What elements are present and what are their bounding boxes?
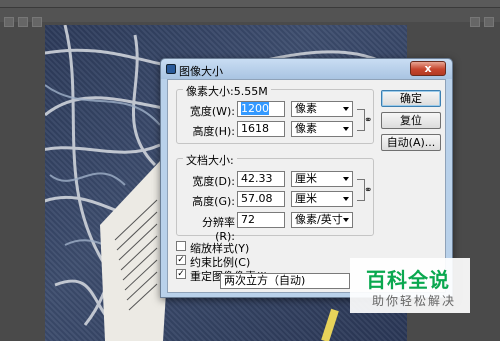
dialog-titlebar[interactable]: 图像大小 x <box>161 59 452 79</box>
doc-width-label: 宽度(D): <box>192 175 235 188</box>
panel-icon[interactable] <box>470 17 480 27</box>
doc-width-input[interactable]: 42.33 <box>237 171 285 187</box>
watermark-logo-text: 百科全说 <box>366 268 450 292</box>
dialog-title: 图像大小 <box>179 65 223 78</box>
pixel-width-unit: 像素 <box>295 102 317 115</box>
document-size-title: 文档大小: <box>183 152 237 168</box>
auto-button[interactable]: 自动(A)... <box>381 134 441 151</box>
resolution-unit: 像素/英寸 <box>295 213 343 226</box>
pixel-width-label: 宽度(W): <box>189 105 235 118</box>
chevron-down-icon <box>343 107 349 111</box>
chevron-down-icon <box>343 177 349 181</box>
pixel-height-row: 高度(H): 1618 像素 <box>183 121 369 138</box>
chevron-down-icon <box>343 218 349 222</box>
checkmark-icon[interactable]: ✓ <box>176 255 186 265</box>
checkbox-box[interactable] <box>176 241 186 251</box>
doc-height-unit: 厘米 <box>295 192 317 205</box>
document-size-group: 文档大小: 宽度(D): 42.33 厘米 高度(G): 57.08 厘米 分辨… <box>176 152 374 243</box>
close-button[interactable]: x <box>410 61 446 76</box>
pixel-height-unit-select[interactable]: 像素 <box>291 121 353 137</box>
watermark: 百科全说 助你轻松解决 <box>350 258 470 313</box>
doc-width-unit: 厘米 <box>295 172 317 185</box>
photoshop-icon <box>166 64 176 74</box>
chevron-down-icon <box>343 127 349 131</box>
pixel-width-unit-select[interactable]: 像素 <box>291 101 353 117</box>
resolution-label: 分辨率(R): <box>202 216 235 243</box>
pixel-width-row: 宽度(W): 1200 像素 <box>183 101 369 118</box>
pixel-height-unit: 像素 <box>295 122 317 135</box>
resolution-input[interactable]: 72 <box>237 212 285 228</box>
chevron-down-icon <box>343 197 349 201</box>
app-menu-bar <box>0 0 500 8</box>
resolution-unit-select[interactable]: 像素/英寸 <box>291 212 353 228</box>
tool-icon[interactable] <box>32 17 42 27</box>
ok-button[interactable]: 确定 <box>381 90 441 107</box>
doc-height-value: 57.08 <box>241 192 273 205</box>
checkmark-icon[interactable]: ✓ <box>176 269 186 279</box>
pixel-dimensions-title: 像素大小:5.55M <box>183 83 271 99</box>
pixel-height-input[interactable]: 1618 <box>237 121 285 137</box>
doc-width-value: 42.33 <box>241 172 273 185</box>
tool-icon[interactable] <box>4 17 14 27</box>
resample-method-select[interactable]: 两次立方（自动) <box>220 273 350 289</box>
resample-method-value: 两次立方（自动) <box>224 274 306 287</box>
document-tab-strip <box>0 8 500 27</box>
tool-icon[interactable] <box>18 17 28 27</box>
doc-height-unit-select[interactable]: 厘米 <box>291 191 353 207</box>
doc-height-row: 高度(G): 57.08 厘米 <box>183 191 369 208</box>
doc-width-unit-select[interactable]: 厘米 <box>291 171 353 187</box>
doc-height-input[interactable]: 57.08 <box>237 191 285 207</box>
reset-button[interactable]: 复位 <box>381 112 441 129</box>
doc-height-label: 高度(G): <box>192 195 235 208</box>
pixel-dimensions-group: 像素大小:5.55M 宽度(W): 1200 像素 高度(H): 1618 像素… <box>176 83 374 144</box>
resolution-row: 分辨率(R): 72 像素/英寸 <box>183 212 369 243</box>
pixel-width-input[interactable]: 1200 <box>237 101 285 117</box>
doc-width-row: 宽度(D): 42.33 厘米 <box>183 171 369 188</box>
link-chain-icon: ⚭ <box>364 115 373 126</box>
link-chain-icon: ⚭ <box>364 185 373 196</box>
pixel-height-label: 高度(H): <box>192 125 235 138</box>
watermark-slogan: 助你轻松解决 <box>372 294 457 308</box>
pixel-width-value: 1200 <box>241 102 269 115</box>
panel-icon[interactable] <box>484 17 494 27</box>
pixel-height-value: 1618 <box>241 122 269 135</box>
toolbar-right <box>466 17 494 30</box>
resolution-value: 72 <box>241 213 255 226</box>
